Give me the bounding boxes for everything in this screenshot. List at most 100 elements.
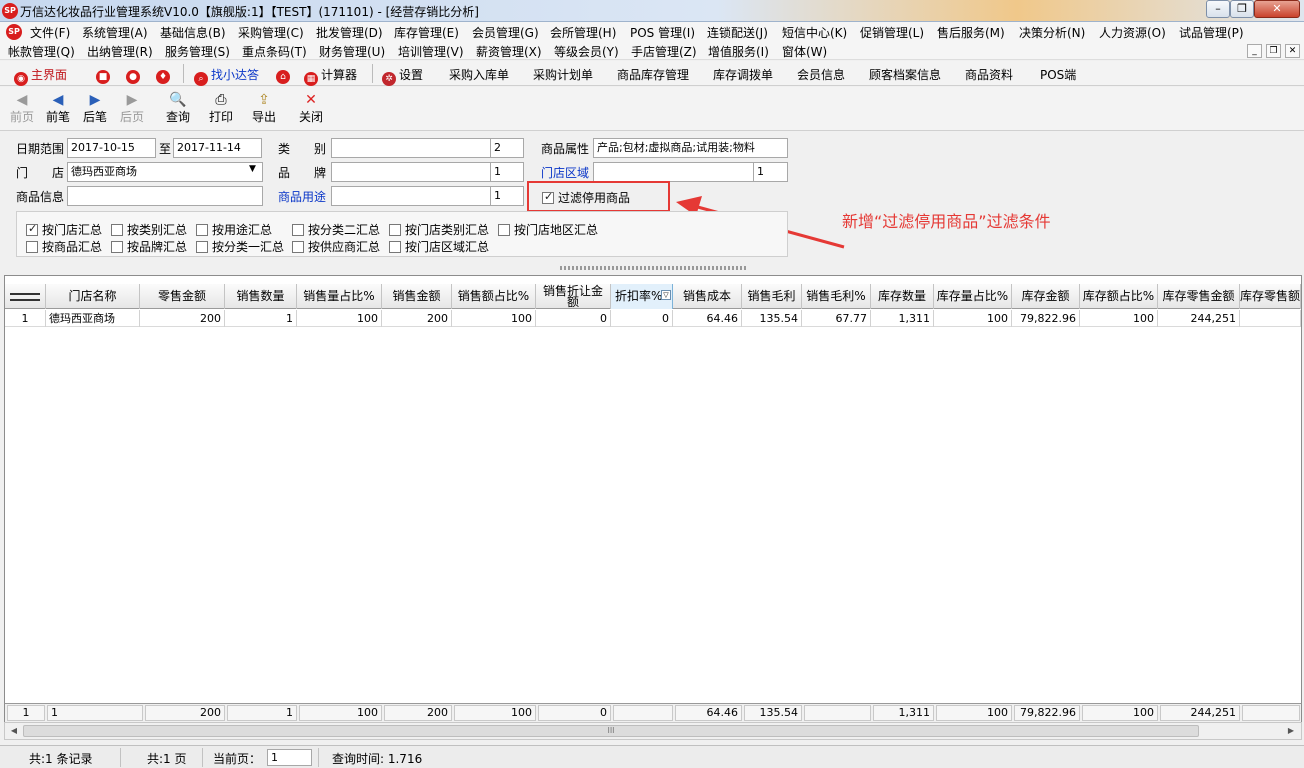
cell-stock-retail-extra[interactable] [1240,310,1301,327]
menu-promotion[interactable]: 促销管理(L) [860,24,924,41]
category-input[interactable] [331,138,491,158]
menu-file[interactable]: 文件(F) [30,24,70,41]
col-retail-amount[interactable]: 零售金额 [140,284,225,309]
menu-finance[interactable]: 财务管理(U) [319,43,385,60]
menu-basic-info[interactable]: 基础信息(B) [160,24,226,41]
menu-chain[interactable]: 连锁配送(J) [707,24,768,41]
menu-cashier[interactable]: 出纳管理(R) [87,43,153,60]
col-qty-ratio[interactable]: 销售量占比% [297,284,382,309]
col-sales-amount[interactable]: 销售金额 [382,284,452,309]
lock-button[interactable]: ■ [96,66,113,84]
quick-product-data[interactable]: 商品资料 [965,66,1013,83]
opt-by-store[interactable]: 按门店汇总 [26,221,102,238]
menu-sms[interactable]: 短信中心(K) [782,24,847,41]
cell-gross-profit[interactable]: 135.54 [742,310,802,327]
region-link[interactable]: 门店区域 [541,164,589,181]
menu-barcode[interactable]: 重点条码(T) [242,43,307,60]
cell-retail-amount[interactable]: 200 [140,310,225,327]
opt-by-usage[interactable]: 按用途汇总 [196,221,272,238]
cell-gross-margin[interactable]: 67.77 [802,310,871,327]
menu-hr[interactable]: 人力资源(O) [1099,24,1166,41]
scroll-left-icon[interactable]: ◀ [6,724,22,738]
cell-stock-amount-ratio[interactable]: 100 [1080,310,1158,327]
cell-qty-ratio[interactable]: 100 [297,310,382,327]
menu-value-added[interactable]: 增值服务(I) [708,43,769,60]
cell-amount-ratio[interactable]: 100 [452,310,536,327]
export-button[interactable]: ⇪ 导出 [242,91,286,125]
menu-trial[interactable]: 试品管理(P) [1179,24,1244,41]
col-stock-amount-ratio[interactable]: 库存额占比% [1080,284,1158,309]
menu-window[interactable]: 窗体(W) [782,43,827,60]
menu-system[interactable]: 系统管理(A) [82,24,148,41]
mdi-restore-button[interactable]: ❐ [1266,44,1281,58]
opt-by-store-area[interactable]: 按门店地区汇总 [498,221,598,238]
current-page-input[interactable]: 1 [267,749,312,766]
col-gross-margin[interactable]: 销售毛利% [802,284,871,309]
col-stock-amount[interactable]: 库存金额 [1012,284,1080,309]
col-store-name[interactable]: 门店名称 [46,284,140,309]
cell-discount-rate[interactable]: 0 [611,310,673,327]
tip-button[interactable]: ♦ [156,66,173,84]
settings-link[interactable]: ✲ 设置 [382,66,423,86]
menu-level-member[interactable]: 等级会员(Y) [554,43,619,60]
col-stock-qty-ratio[interactable]: 库存量占比% [934,284,1012,309]
quick-customer-file[interactable]: 顾客档案信息 [869,66,941,83]
usage-input[interactable] [331,186,491,206]
cell-stock-qty-ratio[interactable]: 100 [934,310,1012,327]
opt-by-supplier[interactable]: 按供应商汇总 [292,238,380,255]
menu-club[interactable]: 会所管理(H) [550,24,616,41]
quick-member-info[interactable]: 会员信息 [797,66,845,83]
home-link[interactable]: ◉ 主界面 [14,66,67,86]
col-stock-retail-extra[interactable]: 库存零售额 [1240,284,1301,309]
menu-decision[interactable]: 决策分析(N) [1019,24,1085,41]
cell-stock-retail-amount[interactable]: 244,251 [1158,310,1240,327]
cell-sales-cost[interactable]: 64.46 [673,310,742,327]
opt-by-product[interactable]: 按商品汇总 [26,238,102,255]
opt-by-class1[interactable]: 按分类一汇总 [196,238,284,255]
opt-by-store-region[interactable]: 按门店区域汇总 [389,238,489,255]
menu-accounts[interactable]: 帐款管理(Q) [8,43,75,60]
cell-sales-qty[interactable]: 1 [225,310,297,327]
menu-service[interactable]: 服务管理(S) [165,43,230,60]
menu-hand-store[interactable]: 手店管理(Z) [631,43,697,60]
menu-inventory[interactable]: 库存管理(E) [394,24,459,41]
quick-stock-transfer[interactable]: 库存调拨单 [713,66,773,83]
date-to-input[interactable]: 2017-11-14 [173,138,262,158]
table-row[interactable]: 1 德玛西亚商场 200 1 100 200 100 0 0 64.46 135… [5,310,1301,327]
window-minimize-button[interactable]: – [1206,0,1230,18]
find-assistant-link[interactable]: ⌕ 找小达答 [194,66,259,86]
cell-discount-amount[interactable]: 0 [536,310,611,327]
mdi-minimize-button[interactable]: _ [1247,44,1262,58]
calculator-link[interactable]: ▦ 计算器 [304,66,357,86]
scroll-right-icon[interactable]: ▶ [1283,724,1299,738]
filter-dropdown-icon[interactable]: ▽ [661,290,671,300]
cell-stock-qty[interactable]: 1,311 [871,310,934,327]
product-info-input[interactable] [67,186,263,206]
usage-link[interactable]: 商品用途 [278,188,326,205]
quick-purchase-in[interactable]: 采购入库单 [449,66,509,83]
col-sales-cost[interactable]: 销售成本 [673,284,742,309]
window-restore-button[interactable]: ❐ [1230,0,1254,18]
col-stock-retail-amount[interactable]: 库存零售金额 [1158,284,1240,309]
cell-store-name[interactable]: 德玛西亚商场 [46,310,140,327]
menu-training[interactable]: 培训管理(V) [398,43,464,60]
cell-stock-amount[interactable]: 79,822.96 [1012,310,1080,327]
menu-pos[interactable]: POS 管理(I) [630,24,695,41]
horizontal-scrollbar[interactable]: ◀ III ▶ [4,722,1302,740]
col-gross-profit[interactable]: 销售毛利 [742,284,802,309]
print-button[interactable]: ⎙ 打印 [199,91,243,125]
window-close-button[interactable]: ✕ [1254,0,1300,18]
opt-by-brand[interactable]: 按品牌汇总 [111,238,187,255]
opt-by-class2[interactable]: 按分类二汇总 [292,221,380,238]
col-stock-qty[interactable]: 库存数量 [871,284,934,309]
col-discount-amount[interactable]: 销售折让金额 [536,284,611,309]
brand-input[interactable] [331,162,491,182]
close-button[interactable]: ✕ 关闭 [289,91,333,125]
menu-after-sales[interactable]: 售后服务(M) [937,24,1005,41]
date-from-input[interactable]: 2017-10-15 [67,138,156,158]
chevron-down-icon[interactable]: ▼ [249,164,256,174]
chat-button[interactable]: ● [126,66,143,84]
attr-input[interactable]: 产品;包材;虚拟商品;试用装;物料 [593,138,788,158]
menu-salary[interactable]: 薪资管理(X) [476,43,542,60]
scroll-thumb[interactable]: III [23,725,1199,737]
